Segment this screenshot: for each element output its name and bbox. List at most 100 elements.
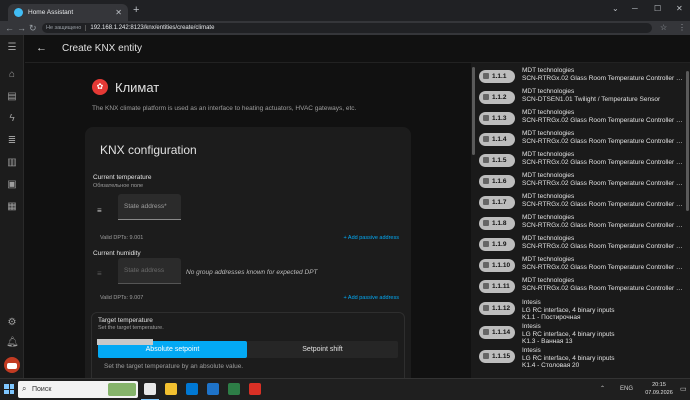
group-address-line1: MDT technologies (522, 214, 575, 221)
settings-gear-icon[interactable]: ⚙ (6, 317, 18, 329)
todo-icon[interactable]: ▦ (6, 201, 18, 213)
app-icon[interactable] (228, 383, 240, 395)
group-address-chip[interactable]: 1.1.4 (479, 133, 515, 146)
security-indicator[interactable]: Не защищено (46, 25, 87, 31)
browser-tab[interactable]: Home Assistant ✕ (8, 4, 128, 21)
reload-icon[interactable]: ↻ (29, 22, 37, 34)
tab-close-icon[interactable]: ✕ (115, 8, 122, 17)
add-passive-address-link[interactable]: + Add passive address (344, 295, 400, 302)
bookmark-star-icon[interactable]: ☆ (660, 22, 667, 34)
group-address-chip[interactable]: 1.1.15 (479, 350, 515, 363)
system-clock[interactable]: 20:15 07.09.2026 (641, 381, 677, 397)
group-address-line2: LG RC interface, 4 binary inputs (522, 330, 615, 338)
group-address-value: 1.1.12 (492, 305, 511, 312)
setpoint-shift-tab[interactable]: Setpoint shift (247, 341, 398, 358)
group-address-item[interactable]: 1.1.10 MDT technologies SCN-RTRGx.02 Glass… (479, 256, 685, 278)
edge-browser-icon[interactable] (186, 383, 198, 395)
browser-menu-icon[interactable]: ⋮ (678, 22, 686, 34)
group-address-chip[interactable]: 1.1.14 (479, 326, 515, 339)
current-temperature-state-address-field[interactable]: State address* (118, 194, 181, 220)
group-address-chip[interactable]: 1.1.3 (479, 112, 515, 125)
energy-icon[interactable]: ϟ (6, 113, 18, 125)
scrollbar-thumb[interactable] (472, 67, 475, 155)
drag-handle-icon (483, 240, 489, 247)
media-icon[interactable]: ▣ (6, 179, 18, 191)
browser-tab-strip: Home Assistant ✕ + ⌄ ─ ☐ ✕ (0, 0, 690, 21)
group-address-value: 1.1.15 (492, 353, 511, 360)
group-address-chip[interactable]: 1.1.11 (479, 280, 515, 293)
group-address-item[interactable]: 1.1.12 Intesis LG RC interface, 4 binary i… (479, 299, 685, 321)
current-humidity-title: Current humidity (93, 250, 141, 257)
group-address-item[interactable]: 1.1.11 MDT technologies SCN-RTRGx.02 Glass… (479, 277, 685, 299)
group-address-chip[interactable]: 1.1.2 (479, 91, 515, 104)
group-address-line1: MDT technologies (522, 235, 575, 242)
setpoint-description: Set the target temperature by an absolut… (104, 363, 244, 370)
dashboard-icon[interactable]: ▤ (6, 91, 18, 103)
menu-icon[interactable]: ☰ (6, 42, 18, 54)
tray-overflow-icon[interactable]: ⌃ (600, 385, 605, 394)
group-address-item[interactable]: 1.1.4 MDT technologies SCN-RTRGx.02 Glass … (479, 130, 685, 152)
group-address-line2: SCN-RTRGx.02 Glass Room Temperature Cont… (522, 263, 685, 271)
minimize-icon[interactable]: ─ (632, 4, 638, 14)
group-address-line1: MDT technologies (522, 256, 575, 263)
maximize-icon[interactable]: ☐ (654, 4, 661, 14)
history-icon[interactable]: ▥ (6, 157, 18, 169)
group-address-chip[interactable]: 1.1.8 (479, 217, 515, 230)
group-address-chip[interactable]: 1.1.10 (479, 259, 515, 272)
card-title: KNX configuration (100, 143, 197, 157)
clock-time: 20:15 (652, 382, 666, 388)
scrollbar-thumb[interactable] (686, 71, 689, 211)
group-address-item[interactable]: 1.1.8 MDT technologies SCN-RTRGx.02 Glass … (479, 214, 685, 236)
group-address-item[interactable]: 1.1.9 MDT technologies SCN-RTRGx.02 Glass … (479, 235, 685, 257)
tab-search-icon[interactable]: ⌄ (612, 4, 619, 14)
back-arrow-icon[interactable]: ← (36, 42, 47, 55)
group-address-line1: MDT technologies (522, 193, 575, 200)
app-icon[interactable] (207, 383, 219, 395)
search-placeholder: Поиск (32, 386, 52, 393)
group-address-item[interactable]: 1.1.6 MDT technologies SCN-RTRGx.02 Glass … (479, 172, 685, 194)
required-hint: Обязательное поле (93, 183, 144, 189)
group-address-item[interactable]: 1.1.2 MDT technologies SCN-DTSEN1.01 Twili… (479, 88, 685, 110)
panel-scrollbar[interactable] (686, 63, 690, 378)
group-address-chip[interactable]: 1.1.1 (479, 70, 515, 83)
app-icon[interactable] (249, 383, 261, 395)
group-address-value: 1.1.8 (492, 220, 507, 227)
group-address-chip[interactable]: 1.1.12 (479, 302, 515, 315)
logbook-icon[interactable]: ≣ (6, 135, 18, 147)
group-address-line2: SCN-RTRGx.02 Glass Room Temperature Cont… (522, 284, 685, 292)
group-address-chip[interactable]: 1.1.7 (479, 196, 515, 209)
target-temperature-subtitle: Set the target temperature. (98, 325, 164, 331)
group-address-item[interactable]: 1.1.14 Intesis LG RC interface, 4 binary i… (479, 323, 685, 345)
browser-back-icon[interactable]: ← (5, 22, 14, 34)
language-indicator[interactable]: ENG (620, 385, 633, 394)
group-address-item[interactable]: 1.1.3 MDT technologies SCN-RTRGx.02 Glass … (479, 109, 685, 131)
new-tab-icon[interactable]: + (133, 5, 139, 16)
notification-center-icon[interactable]: ▭ (680, 385, 687, 394)
group-address-item[interactable]: 1.1.5 MDT technologies SCN-RTRGx.02 Glass … (479, 151, 685, 173)
group-address-chip[interactable]: 1.1.6 (479, 175, 515, 188)
window-close-icon[interactable]: ✕ (676, 4, 683, 14)
home-icon[interactable]: ⌂ (6, 69, 18, 81)
add-passive-address-link[interactable]: + Add passive address (344, 235, 400, 242)
user-avatar[interactable] (4, 357, 20, 373)
main-scrollbar[interactable] (471, 65, 476, 378)
address-bar[interactable]: Не защищено 192.168.1.242:8123/knx/entit… (42, 23, 652, 33)
group-address-chip[interactable]: 1.1.9 (479, 238, 515, 251)
browser-forward-icon[interactable]: → (17, 22, 26, 34)
file-explorer-icon[interactable] (165, 383, 177, 395)
group-address-chip[interactable]: 1.1.5 (479, 154, 515, 167)
group-address-item[interactable]: 1.1.7 MDT technologies SCN-RTRGx.02 Glass … (479, 193, 685, 215)
group-address-text: MDT technologies SCN-RTRGx.02 Glass Room … (522, 256, 685, 271)
task-view-icon[interactable] (144, 383, 156, 395)
current-humidity-state-address-field[interactable]: State address (118, 258, 181, 284)
url-text[interactable]: 192.168.1.242:8123/knx/entities/create/c… (90, 25, 214, 31)
windows-start-icon[interactable] (4, 384, 14, 394)
group-address-line3: K1.1 - Постирочная (522, 314, 581, 321)
group-address-item[interactable]: 1.1.15 Intesis LG RC interface, 4 binary i… (479, 347, 685, 369)
group-address-line2: SCN-RTRGx.02 Glass Room Temperature Cont… (522, 200, 685, 208)
group-address-item[interactable]: 1.1.1 MDT technologies SCN-RTRGx.02 Glass … (479, 67, 685, 89)
drag-handle-icon (483, 328, 489, 335)
group-address-line2: SCN-DTSEN1.01 Twilight / Temperature Sen… (522, 95, 661, 103)
taskbar-search-box[interactable]: ⌕ Поиск (18, 381, 138, 398)
notifications-bell-icon[interactable]: 🔔︎ (6, 337, 19, 349)
